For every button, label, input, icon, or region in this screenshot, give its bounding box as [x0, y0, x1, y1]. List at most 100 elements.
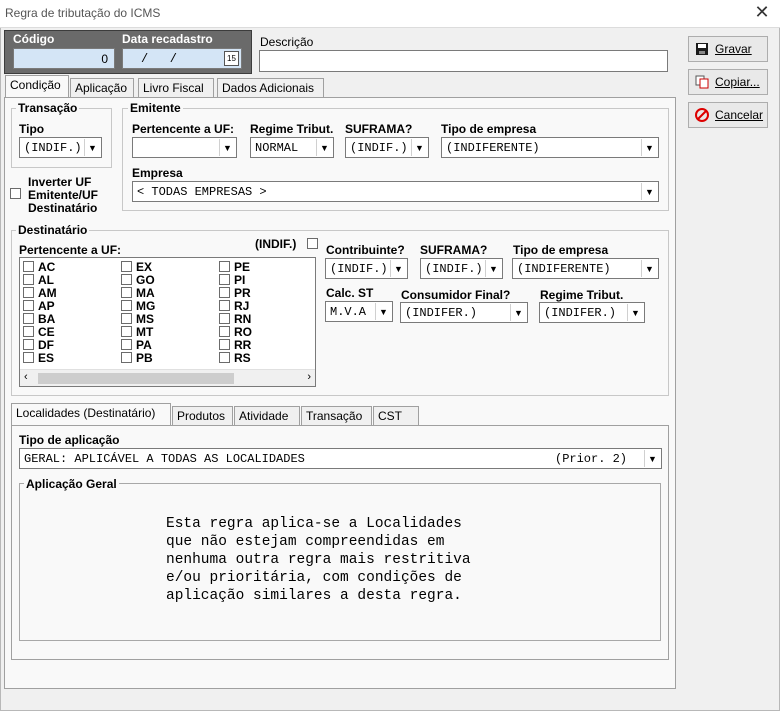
dest-regime-select[interactable]: (INDIFER.) ▼	[539, 302, 645, 323]
uf-checkbox-al[interactable]	[23, 274, 34, 285]
dest-suframa-value: (INDIF.)	[425, 262, 483, 276]
contribuinte-select[interactable]: (INDIF.) ▼	[325, 258, 408, 279]
dest-tipo-empresa-value: (INDIFERENTE)	[517, 262, 611, 276]
descricao-input[interactable]	[259, 50, 668, 72]
chevron-left-icon[interactable]: ‹	[24, 371, 28, 383]
uf-checkbox-mg[interactable]	[121, 300, 132, 311]
empresa-value: < TODAS EMPRESAS >	[137, 185, 267, 199]
uf-label-pi: PI	[234, 273, 246, 287]
emitente-tipo-empresa-value: (INDIFERENTE)	[446, 141, 540, 155]
tab-aplicacao-label: Aplicação	[75, 81, 128, 95]
tab-aplicacao[interactable]: Aplicação	[70, 78, 134, 98]
emitente-regime-value: NORMAL	[255, 141, 299, 155]
tab-condicao-label: Condição	[10, 78, 61, 92]
tab-cst[interactable]: CST	[373, 406, 419, 426]
transacao-tipo-select[interactable]: (INDIF.) ▼	[19, 137, 102, 158]
calc-st-label: Calc. ST	[326, 286, 374, 300]
uf-checkbox-ap[interactable]	[23, 300, 34, 311]
uf-checkbox-mt[interactable]	[121, 326, 132, 337]
chevron-down-icon[interactable]: ▼	[641, 139, 657, 156]
contribuinte-value: (INDIF.)	[330, 262, 388, 276]
data-recadastro-field[interactable]: / / 15	[122, 48, 242, 69]
tipo-aplicacao-select[interactable]: GERAL: APLICÁVEL A TODAS AS LOCALIDADES …	[19, 448, 662, 469]
chevron-down-icon[interactable]: ▼	[641, 183, 657, 200]
uf-checkbox-ms[interactable]	[121, 313, 132, 324]
chevron-down-icon[interactable]: ▼	[641, 260, 657, 277]
copiar-button[interactable]: Copiar...	[688, 69, 768, 95]
destinatario-indif-checkbox[interactable]	[307, 238, 318, 249]
close-icon[interactable]: ✕	[752, 2, 772, 23]
uf-checkbox-ro[interactable]	[219, 326, 230, 337]
aplicacao-geral-text: Esta regra aplica-se a Localidades que n…	[166, 516, 471, 604]
dest-tipo-empresa-label: Tipo de empresa	[513, 243, 609, 257]
uf-checkbox-pi[interactable]	[219, 274, 230, 285]
uf-checkbox-rs[interactable]	[219, 352, 230, 363]
chevron-down-icon[interactable]: ▼	[316, 139, 332, 156]
emitente-uf-select[interactable]: ▼	[132, 137, 237, 158]
calc-st-value: M.V.A	[330, 305, 367, 319]
codigo-value: 0	[101, 52, 108, 66]
uf-label-es: ES	[38, 351, 55, 365]
uf-checkbox-pb[interactable]	[121, 352, 132, 363]
uf-checkbox-ex[interactable]	[121, 261, 132, 272]
consumidor-select[interactable]: (INDIFER.) ▼	[400, 302, 528, 323]
tab-atividade[interactable]: Atividade	[234, 406, 300, 426]
tab-transacao-label: Transação	[306, 409, 363, 423]
uf-checkbox-es[interactable]	[23, 352, 34, 363]
emitente-suframa-select[interactable]: (INDIF.) ▼	[345, 137, 429, 158]
horizontal-scrollbar[interactable]: ‹ ›	[20, 369, 315, 386]
uf-checkbox-df[interactable]	[23, 339, 34, 350]
chevron-down-icon[interactable]: ▼	[644, 450, 660, 467]
uf-checkbox-pr[interactable]	[219, 287, 230, 298]
window-title: Regra de tributação do ICMS	[5, 6, 161, 20]
tab-livro-fiscal[interactable]: Livro Fiscal	[138, 78, 214, 98]
empresa-select[interactable]: < TODAS EMPRESAS > ▼	[132, 181, 659, 202]
uf-checkbox-rj[interactable]	[219, 300, 230, 311]
uf-checkbox-ma[interactable]	[121, 287, 132, 298]
uf-label-ms: MS	[136, 312, 154, 326]
cancelar-label: Cancelar	[715, 108, 764, 122]
uf-label-pr: PR	[234, 286, 251, 300]
uf-checkbox-rr[interactable]	[219, 339, 230, 350]
chevron-down-icon[interactable]: ▼	[219, 139, 235, 156]
codigo-field[interactable]: 0	[13, 48, 115, 69]
gravar-button[interactable]: Gravar	[688, 36, 768, 62]
cancelar-button[interactable]: Cancelar	[688, 102, 768, 128]
aplicacao-geral-title: Aplicação Geral	[24, 477, 119, 491]
emitente-tipo-empresa-select[interactable]: (INDIFERENTE) ▼	[441, 137, 659, 158]
calc-st-select[interactable]: M.V.A ▼	[325, 301, 393, 322]
chevron-down-icon[interactable]: ▼	[510, 304, 526, 321]
uf-checkbox-ce[interactable]	[23, 326, 34, 337]
uf-checkbox-am[interactable]	[23, 287, 34, 298]
dest-suframa-select[interactable]: (INDIF.) ▼	[420, 258, 503, 279]
tab-localidades[interactable]: Localidades (Destinatário)	[11, 403, 171, 426]
uf-checkbox-pe[interactable]	[219, 261, 230, 272]
uf-checkbox-ba[interactable]	[23, 313, 34, 324]
scroll-thumb[interactable]	[38, 373, 234, 384]
uf-checkbox-pa[interactable]	[121, 339, 132, 350]
tab-condicao[interactable]: Condição	[5, 75, 69, 98]
uf-checkbox-ac[interactable]	[23, 261, 34, 272]
uf-checkbox-rn[interactable]	[219, 313, 230, 324]
tab-transacao[interactable]: Transação	[301, 406, 372, 426]
chevron-down-icon[interactable]: ▼	[411, 139, 427, 156]
calendar-icon[interactable]: 15	[224, 51, 239, 66]
chevron-right-icon[interactable]: ›	[307, 371, 311, 383]
uf-label-ex: EX	[136, 260, 153, 274]
uf-checkbox-go[interactable]	[121, 274, 132, 285]
inverter-uf-checkbox[interactable]	[10, 188, 21, 199]
emitente-uf-label: Pertencente a UF:	[132, 122, 235, 136]
chevron-down-icon[interactable]: ▼	[375, 303, 391, 320]
chevron-down-icon[interactable]: ▼	[84, 139, 100, 156]
emitente-regime-select[interactable]: NORMAL ▼	[250, 137, 334, 158]
chevron-down-icon[interactable]: ▼	[485, 260, 501, 277]
chevron-down-icon[interactable]: ▼	[627, 304, 643, 321]
uf-listbox[interactable]: AC AL AM AP BA CE DF ES EX GO MA MG MS MT PA PB PE PI PR RJ…	[19, 257, 316, 387]
dest-tipo-empresa-select[interactable]: (INDIFERENTE) ▼	[512, 258, 659, 279]
tab-dados-adicionais[interactable]: Dados Adicionais	[217, 78, 324, 98]
uf-label-mt: MT	[136, 325, 154, 339]
emitente-tipo-empresa-label: Tipo de empresa	[441, 122, 537, 136]
chevron-down-icon[interactable]: ▼	[390, 260, 406, 277]
tab-produtos[interactable]: Produtos	[172, 406, 233, 426]
uf-label-ap: AP	[38, 299, 55, 313]
